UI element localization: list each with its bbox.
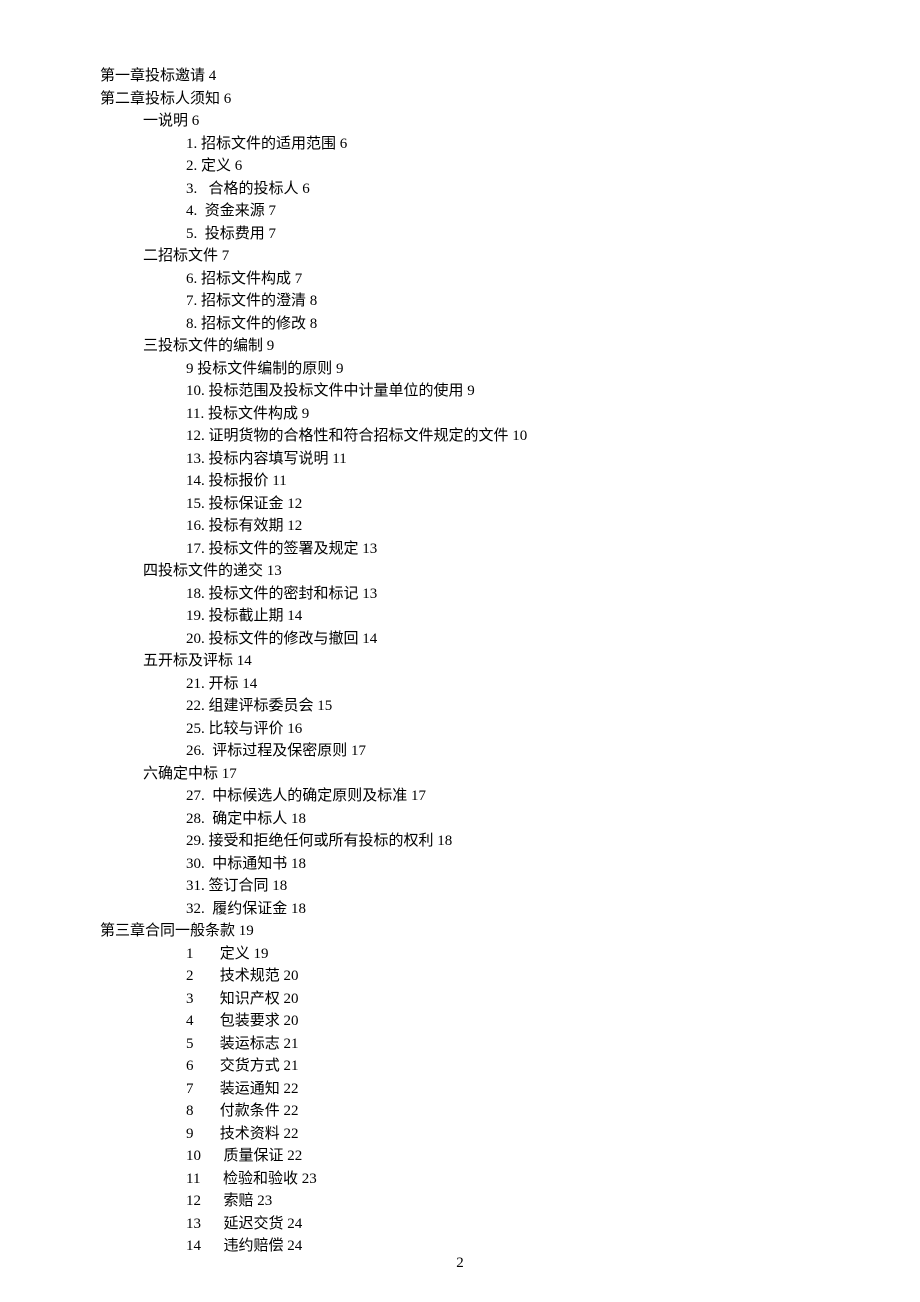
- toc-entry: 28. 确定中标人 18: [100, 808, 840, 831]
- toc-entry: 2. 定义 6: [100, 155, 840, 178]
- toc-entry: 10 质量保证 22: [100, 1145, 840, 1168]
- toc-entry: 11. 投标文件构成 9: [100, 403, 840, 426]
- toc-entry: 第一章投标邀请 4: [100, 65, 840, 88]
- toc-entry: 1. 招标文件的适用范围 6: [100, 133, 840, 156]
- toc-entry: 5. 投标费用 7: [100, 223, 840, 246]
- toc-entry: 6 交货方式 21: [100, 1055, 840, 1078]
- toc-entry: 4. 资金来源 7: [100, 200, 840, 223]
- toc-entry: 2 技术规范 20: [100, 965, 840, 988]
- toc-entry: 一说明 6: [100, 110, 840, 133]
- toc-entry: 9 技术资料 22: [100, 1123, 840, 1146]
- toc-entry: 30. 中标通知书 18: [100, 853, 840, 876]
- toc-entry: 15. 投标保证金 12: [100, 493, 840, 516]
- toc-entry: 8 付款条件 22: [100, 1100, 840, 1123]
- toc-entry: 4 包装要求 20: [100, 1010, 840, 1033]
- toc-entry: 三投标文件的编制 9: [100, 335, 840, 358]
- toc-entry: 16. 投标有效期 12: [100, 515, 840, 538]
- toc-entry: 17. 投标文件的签署及规定 13: [100, 538, 840, 561]
- toc-page: 第一章投标邀请 4第二章投标人须知 6一说明 61. 招标文件的适用范围 62.…: [0, 0, 920, 1302]
- toc-entry: 31. 签订合同 18: [100, 875, 840, 898]
- toc-entry: 25. 比较与评价 16: [100, 718, 840, 741]
- toc-entry: 3 知识产权 20: [100, 988, 840, 1011]
- toc-entry: 9 投标文件编制的原则 9: [100, 358, 840, 381]
- toc-entry: 7 装运通知 22: [100, 1078, 840, 1101]
- toc-entry: 12. 证明货物的合格性和符合招标文件规定的文件 10: [100, 425, 840, 448]
- toc-entry: 3. 合格的投标人 6: [100, 178, 840, 201]
- toc-entry: 五开标及评标 14: [100, 650, 840, 673]
- toc-entry: 19. 投标截止期 14: [100, 605, 840, 628]
- toc-entry: 13. 投标内容填写说明 11: [100, 448, 840, 471]
- toc-list: 第一章投标邀请 4第二章投标人须知 6一说明 61. 招标文件的适用范围 62.…: [100, 65, 840, 1258]
- toc-entry: 29. 接受和拒绝任何或所有投标的权利 18: [100, 830, 840, 853]
- toc-entry: 27. 中标候选人的确定原则及标准 17: [100, 785, 840, 808]
- toc-entry: 8. 招标文件的修改 8: [100, 313, 840, 336]
- page-number: 2: [0, 1255, 920, 1272]
- toc-entry: 1 定义 19: [100, 943, 840, 966]
- toc-entry: 第二章投标人须知 6: [100, 88, 840, 111]
- toc-entry: 二招标文件 7: [100, 245, 840, 268]
- toc-entry: 13 延迟交货 24: [100, 1213, 840, 1236]
- toc-entry: 5 装运标志 21: [100, 1033, 840, 1056]
- toc-entry: 32. 履约保证金 18: [100, 898, 840, 921]
- toc-entry: 14. 投标报价 11: [100, 470, 840, 493]
- toc-entry: 12 索赔 23: [100, 1190, 840, 1213]
- toc-entry: 18. 投标文件的密封和标记 13: [100, 583, 840, 606]
- toc-entry: 六确定中标 17: [100, 763, 840, 786]
- toc-entry: 第三章合同一般条款 19: [100, 920, 840, 943]
- toc-entry: 7. 招标文件的澄清 8: [100, 290, 840, 313]
- toc-entry: 20. 投标文件的修改与撤回 14: [100, 628, 840, 651]
- toc-entry: 22. 组建评标委员会 15: [100, 695, 840, 718]
- toc-entry: 10. 投标范围及投标文件中计量单位的使用 9: [100, 380, 840, 403]
- toc-entry: 四投标文件的递交 13: [100, 560, 840, 583]
- toc-entry: 6. 招标文件构成 7: [100, 268, 840, 291]
- toc-entry: 26. 评标过程及保密原则 17: [100, 740, 840, 763]
- toc-entry: 11 检验和验收 23: [100, 1168, 840, 1191]
- toc-entry: 21. 开标 14: [100, 673, 840, 696]
